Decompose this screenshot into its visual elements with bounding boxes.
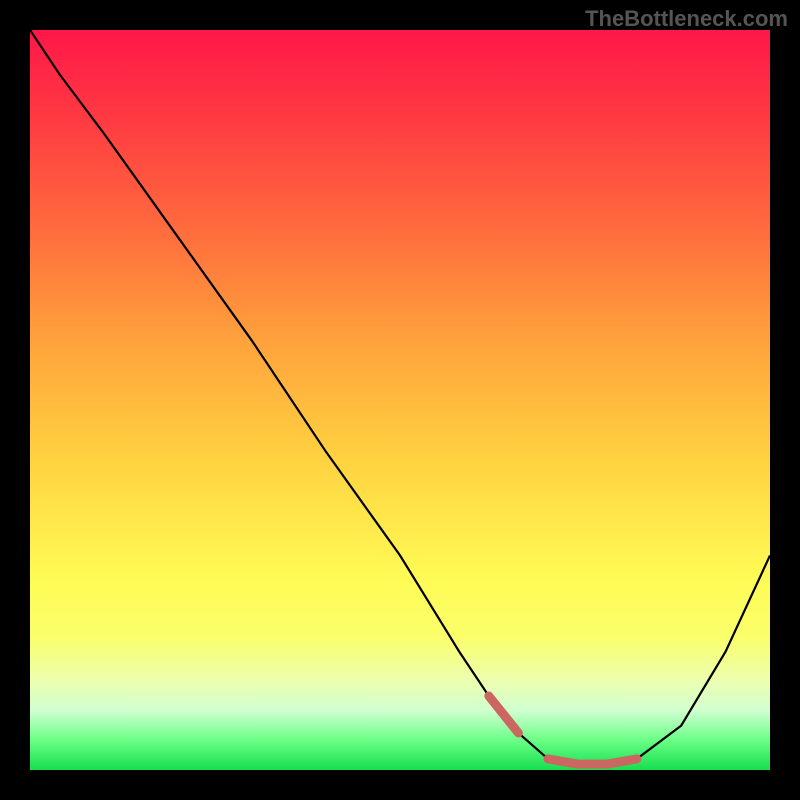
chart-container: TheBottleneck.com <box>0 0 800 800</box>
overlay-segment-flat <box>548 759 607 764</box>
bottleneck-curve <box>30 30 770 764</box>
overlay-segment-left <box>489 696 519 733</box>
overlay-segment-right <box>607 759 637 764</box>
gradient-plot-area <box>30 30 770 770</box>
curve-svg <box>30 30 770 770</box>
attribution-text: TheBottleneck.com <box>585 6 788 32</box>
